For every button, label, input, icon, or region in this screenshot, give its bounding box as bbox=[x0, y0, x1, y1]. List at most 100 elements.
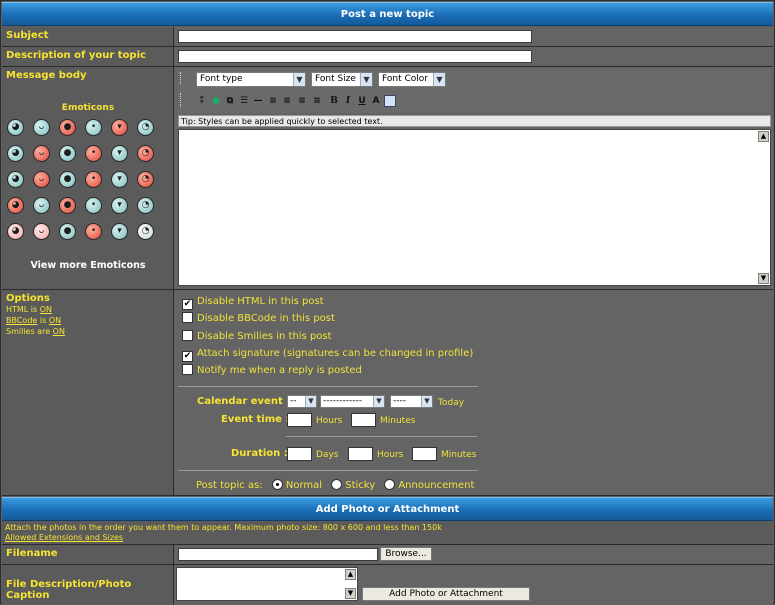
scroll-down-icon[interactable]: ▼ bbox=[345, 588, 356, 599]
font-color-select[interactable]: Font Color ▼ bbox=[378, 72, 446, 87]
disable-html-checkbox[interactable]: ✔ bbox=[182, 299, 193, 310]
emoticon-icon[interactable]: ◕ bbox=[7, 171, 24, 188]
emoticon-icon[interactable]: • bbox=[85, 197, 102, 214]
event-minutes-input[interactable] bbox=[351, 413, 376, 427]
image-icon[interactable] bbox=[384, 95, 396, 107]
emoticon-icon[interactable]: ▾ bbox=[111, 223, 128, 240]
notify-reply-checkbox[interactable] bbox=[182, 364, 193, 375]
emoticon-icon[interactable]: ◔ bbox=[137, 171, 154, 188]
emoticon-icon[interactable]: ᴗ bbox=[33, 119, 50, 136]
emoticon-icon[interactable]: ◕ bbox=[7, 197, 24, 214]
hours-unit: Hours bbox=[316, 416, 343, 426]
options-cell: ✔ Disable HTML in this post Disable BBCod… bbox=[174, 290, 773, 495]
add-attachment-button[interactable]: Add Photo or Attachment bbox=[362, 587, 530, 601]
emoticon-icon[interactable]: • bbox=[85, 223, 102, 240]
disable-html-option[interactable]: ✔ Disable HTML in this post bbox=[182, 295, 324, 310]
emoticon-icon[interactable]: • bbox=[85, 119, 102, 136]
notify-reply-option[interactable]: Notify me when a reply is posted bbox=[182, 364, 362, 378]
emoticon-icon[interactable]: ● bbox=[59, 197, 76, 214]
bold-icon[interactable]: B bbox=[328, 95, 340, 107]
calendar-year-select[interactable]: ---- ▼ bbox=[390, 395, 433, 408]
align-left-icon[interactable]: ≡ bbox=[267, 95, 279, 107]
emoticon-icon[interactable]: ▾ bbox=[111, 197, 128, 214]
link-icon[interactable]: ● bbox=[210, 95, 222, 107]
scroll-up-icon[interactable]: ▲ bbox=[758, 131, 769, 142]
italic-icon[interactable]: I bbox=[342, 95, 354, 107]
emoticon-icon[interactable]: ᴗ bbox=[33, 171, 50, 188]
attach-signature-checkbox[interactable]: ✔ bbox=[182, 351, 193, 362]
event-hours-input[interactable] bbox=[287, 413, 312, 427]
attachment-note-row: Attach the photos in the order you want … bbox=[2, 521, 773, 545]
emoticon-icon[interactable]: • bbox=[85, 171, 102, 188]
emoticon-icon[interactable]: ▾ bbox=[111, 119, 128, 136]
emoticon-icon[interactable]: ◔ bbox=[137, 145, 154, 162]
divider bbox=[178, 386, 478, 387]
message-textarea[interactable]: ▲ ▼ bbox=[178, 129, 771, 286]
calendar-month-select[interactable]: ------------ ▼ bbox=[320, 395, 385, 408]
disable-bbcode-checkbox[interactable] bbox=[182, 312, 193, 323]
emoticon-icon[interactable]: ◔ bbox=[137, 197, 154, 214]
smilies-status-link[interactable]: ON bbox=[53, 327, 65, 336]
align-center-icon[interactable]: ≡ bbox=[281, 95, 293, 107]
caption-textarea[interactable]: ▲ ▼ bbox=[176, 567, 358, 601]
chevron-down-icon: ▼ bbox=[305, 396, 316, 407]
emoticon-icon[interactable]: ◔ bbox=[137, 223, 154, 240]
calendar-day-select[interactable]: -- ▼ bbox=[287, 395, 317, 408]
duration-days-input[interactable] bbox=[287, 447, 312, 461]
font-type-select[interactable]: Font type ▼ bbox=[196, 72, 306, 87]
emoticon-icon[interactable]: ᴗ bbox=[33, 223, 50, 240]
post-sticky-radio[interactable] bbox=[331, 479, 343, 490]
align-right-icon[interactable]: ≡ bbox=[296, 95, 308, 107]
subject-input[interactable] bbox=[178, 30, 532, 43]
browse-button[interactable]: Browse... bbox=[380, 547, 432, 561]
emoticon-icon[interactable]: ▾ bbox=[111, 171, 128, 188]
toolbar-grip bbox=[180, 93, 182, 107]
description-cell bbox=[174, 47, 773, 66]
emoticon-icon[interactable]: ▾ bbox=[111, 145, 128, 162]
emoticon-icon[interactable]: ● bbox=[59, 119, 76, 136]
attachment-header: Add Photo or Attachment bbox=[2, 497, 773, 521]
post-type-label: Post topic as: bbox=[196, 480, 263, 491]
post-announcement-radio[interactable] bbox=[384, 479, 396, 490]
emoticon-icon[interactable]: ● bbox=[59, 223, 76, 240]
description-input[interactable] bbox=[178, 50, 532, 63]
font-size-select[interactable]: Font Size ▼ bbox=[311, 72, 373, 87]
editor-toolbar: Font type ▼ Font Size ▼ Font Color ▼ ⁑ ●… bbox=[178, 69, 771, 113]
view-more-emoticons-link[interactable]: View more Emoticons bbox=[2, 260, 174, 271]
emoticon-icon[interactable]: ◕ bbox=[7, 119, 24, 136]
bbcode-link[interactable]: BBCode bbox=[6, 316, 37, 325]
bbcode-is: is bbox=[39, 316, 47, 325]
copy-icon[interactable]: ⧉ bbox=[224, 95, 236, 107]
filename-input[interactable] bbox=[178, 548, 378, 561]
allowed-extensions-link[interactable]: Allowed Extensions and Sizes bbox=[5, 533, 123, 542]
scroll-down-icon[interactable]: ▼ bbox=[758, 273, 769, 284]
emoticon-icon[interactable]: ᴗ bbox=[33, 197, 50, 214]
align-justify-icon[interactable]: ≡ bbox=[311, 95, 323, 107]
post-normal-radio[interactable] bbox=[271, 479, 283, 490]
emoticon-icon[interactable]: ◕ bbox=[7, 223, 24, 240]
disable-bbcode-option[interactable]: Disable BBCode in this post bbox=[182, 312, 335, 326]
disable-smilies-option[interactable]: Disable Smilies in this post bbox=[182, 330, 332, 344]
font-size-value: Font Size bbox=[315, 74, 356, 84]
emoticon-icon[interactable]: ᴗ bbox=[33, 145, 50, 162]
special-chars-icon[interactable]: ⁑ bbox=[196, 95, 208, 107]
duration-hours-input[interactable] bbox=[348, 447, 373, 461]
emoticon-icon[interactable]: ● bbox=[59, 171, 76, 188]
today-link[interactable]: Today bbox=[438, 398, 464, 408]
chevron-down-icon: ▼ bbox=[360, 73, 372, 86]
emoticon-icon[interactable]: ◔ bbox=[137, 119, 154, 136]
attach-signature-option[interactable]: ✔ Attach signature (signatures can be cha… bbox=[182, 347, 473, 362]
html-status-link[interactable]: ON bbox=[40, 305, 52, 314]
emoticon-icon[interactable]: • bbox=[85, 145, 102, 162]
duration-minutes-input[interactable] bbox=[412, 447, 437, 461]
disable-smilies-checkbox[interactable] bbox=[182, 330, 193, 341]
text-color-icon[interactable]: A bbox=[370, 95, 382, 107]
emoticon-icon[interactable]: ● bbox=[59, 145, 76, 162]
horizontal-rule-icon[interactable]: — bbox=[252, 95, 264, 107]
emoticon-icon[interactable]: ◕ bbox=[7, 145, 24, 162]
chevron-down-icon: ▼ bbox=[433, 73, 445, 86]
scroll-up-icon[interactable]: ▲ bbox=[345, 569, 356, 580]
bullet-list-icon[interactable]: ☰ bbox=[238, 95, 250, 107]
underline-icon[interactable]: U bbox=[356, 95, 368, 107]
bbcode-status-link[interactable]: ON bbox=[49, 316, 61, 325]
